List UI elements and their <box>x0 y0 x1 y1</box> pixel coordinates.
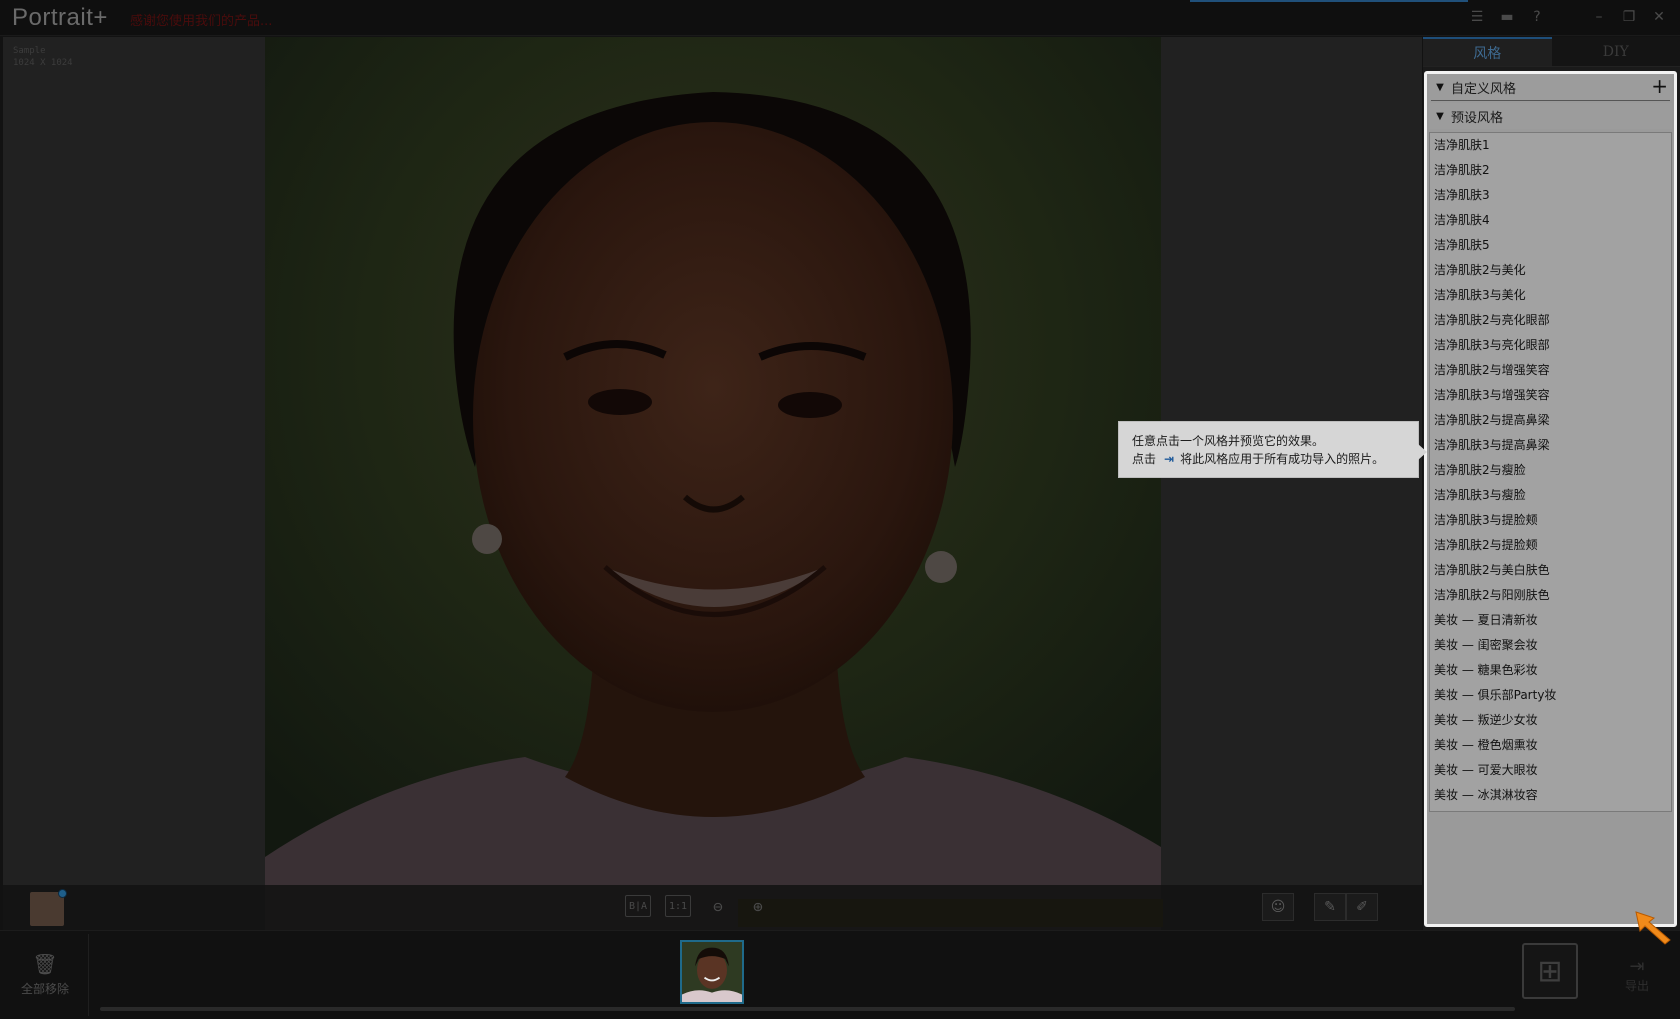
preset-item[interactable]: 洁净肌肤3与增强笑容 <box>1430 383 1671 408</box>
preset-item[interactable]: 洁净肌肤1 <box>1430 133 1671 158</box>
export-icon: ⇥ <box>1629 956 1645 977</box>
tab-diy[interactable]: DIY <box>1551 37 1680 67</box>
divider <box>1431 100 1670 101</box>
preset-item[interactable]: 美妆 — 叛逆少女妆 <box>1430 708 1671 733</box>
status-dot <box>58 889 67 898</box>
preset-item[interactable]: 洁净肌肤2 <box>1430 158 1671 183</box>
tooltip-suffix: 将此风格应用于所有成功导入的照片。 <box>1180 452 1385 466</box>
preset-list: 洁净肌肤1 洁净肌肤2 洁净肌肤3 洁净肌肤4 洁净肌肤5 洁净肌肤2与美化 洁… <box>1429 132 1672 812</box>
preset-item[interactable]: 洁净肌肤3与提脸颊 <box>1430 508 1671 533</box>
style-list-panel: ▼ 自定义风格 + ▼ 预设风格 洁净肌肤1 洁净肌肤2 洁净肌肤3 洁净肌肤4… <box>1424 71 1677 927</box>
app-subtitle: 感谢您使用我们的产品... <box>130 14 273 29</box>
image-size: 1024 X 1024 <box>13 58 73 68</box>
remove-all-button[interactable]: 🗑 全部移除 <box>14 952 76 1002</box>
preset-item[interactable]: 洁净肌肤2与瘦脸 <box>1430 458 1671 483</box>
preset-item[interactable]: 洁净肌肤2与提高鼻梁 <box>1430 408 1671 433</box>
window-controls: ☰ ▬ ? – ❐ ✕ <box>1466 6 1670 28</box>
triangle-down-icon: ▼ <box>1436 81 1444 93</box>
preset-item[interactable]: 洁净肌肤5 <box>1430 233 1671 258</box>
add-style-icon[interactable]: + <box>1651 74 1668 98</box>
add-photo-button[interactable]: ⊞ <box>1522 943 1578 999</box>
filmstrip-scrollbar[interactable] <box>100 1007 1515 1011</box>
trash-icon: 🗑 <box>32 952 58 976</box>
title-bar: Portrait+ 感谢您使用我们的产品... ☰ ▬ ? – ❐ ✕ <box>0 0 1680 36</box>
preset-item[interactable]: 美妆 — 冰淇淋妆容 <box>1430 783 1671 808</box>
preset-item[interactable]: 洁净肌肤2与增强笑容 <box>1430 358 1671 383</box>
compare-button[interactable]: B|A <box>625 895 651 917</box>
face-tool-group: ☺ <box>1262 893 1294 921</box>
fit-button[interactable]: 1:1 <box>665 895 691 917</box>
preset-item[interactable]: 美妆 — 俱乐部Party妆 <box>1430 683 1671 708</box>
preset-style-header[interactable]: ▼ 预设风格 <box>1429 103 1672 129</box>
brush-tool-group: ✎ ✐ <box>1314 893 1378 921</box>
custom-style-header[interactable]: ▼ 自定义风格 + <box>1429 74 1672 100</box>
preset-item[interactable]: 美妆 — 可爱大眼妆 <box>1430 758 1671 783</box>
preset-item[interactable]: 洁净肌肤3 <box>1430 183 1671 208</box>
portrait-photo[interactable] <box>265 37 1161 930</box>
list-icon[interactable]: ☰ <box>1466 6 1488 28</box>
add-person-icon: ⊞ <box>1537 953 1563 989</box>
preset-item[interactable]: 美妆 — 闺密聚会妆 <box>1430 633 1671 658</box>
zoom-controls: B|A 1:1 ⊖ ⊕ <box>625 895 771 917</box>
preset-item[interactable]: 洁净肌肤2与阳刚肤色 <box>1430 583 1671 608</box>
restore-icon[interactable]: ❐ <box>1618 6 1640 28</box>
apply-all-icon: ⇥ <box>1164 452 1175 466</box>
preset-item[interactable]: 洁净肌肤3与美化 <box>1430 283 1671 308</box>
remove-all-label: 全部移除 <box>20 982 69 996</box>
custom-style-label: 自定义风格 <box>1451 81 1517 97</box>
preset-item[interactable]: 洁净肌肤2与提脸颊 <box>1430 533 1671 558</box>
tooltip-line-2: 点击 ⇥ 将此风格应用于所有成功导入的照片。 <box>1132 450 1418 468</box>
preset-style-label: 预设风格 <box>1451 110 1504 126</box>
triangle-down-icon: ▼ <box>1436 110 1444 122</box>
image-name: Sample <box>13 46 46 56</box>
panel-tabs: 风格 DIY <box>1423 37 1680 67</box>
preset-item[interactable]: 洁净肌肤2与美白肤色 <box>1430 558 1671 583</box>
export-button[interactable]: ⇥ 导出 <box>1614 956 1660 1000</box>
zoom-out-icon[interactable]: ⊖ <box>705 895 731 917</box>
preset-item[interactable]: 洁净肌肤3与亮化眼部 <box>1430 333 1671 358</box>
preset-item[interactable]: 洁净肌肤2与亮化眼部 <box>1430 308 1671 333</box>
preset-item[interactable]: 洁净肌肤4 <box>1430 208 1671 233</box>
face-detect-icon[interactable]: ☺ <box>1262 893 1294 921</box>
preset-item[interactable]: 美妆 — 夏日清新妆 <box>1430 608 1671 633</box>
preset-item[interactable]: 美妆 — 橙色烟熏妆 <box>1430 733 1671 758</box>
image-info: Sample 1024 X 1024 <box>13 45 73 69</box>
preset-item[interactable]: 洁净肌肤2与美化 <box>1430 258 1671 283</box>
help-icon[interactable]: ? <box>1526 6 1548 28</box>
comment-icon[interactable]: ▬ <box>1496 6 1518 28</box>
minimize-icon[interactable]: – <box>1588 6 1610 28</box>
photo-thumbnail[interactable] <box>680 940 744 1004</box>
preview-area: Sample 1024 X 1024 B|A 1:1 ⊖ ⊕ ☺ ✎ ✐ <box>3 37 1422 930</box>
style-tooltip: 任意点击一个风格并预览它的效果。 点击 ⇥ 将此风格应用于所有成功导入的照片。 <box>1118 421 1427 478</box>
divider <box>88 934 89 1016</box>
brush-icon[interactable]: ✐ <box>1346 893 1378 921</box>
filmstrip <box>0 930 1680 1019</box>
tooltip-prefix: 点击 <box>1132 452 1157 466</box>
export-label: 导出 <box>1624 979 1649 993</box>
preset-item[interactable]: 洁净肌肤3与提高鼻梁 <box>1430 433 1671 458</box>
eraser-icon[interactable]: ✎ <box>1314 893 1346 921</box>
tab-style[interactable]: 风格 <box>1423 37 1552 67</box>
pointer-arrow-icon <box>1635 911 1671 945</box>
tooltip-line-1: 任意点击一个风格并预览它的效果。 <box>1132 434 1325 448</box>
app-window: Portrait+ 感谢您使用我们的产品... ☰ ▬ ? – ❐ ✕ Samp… <box>0 0 1680 1019</box>
zoom-in-icon[interactable]: ⊕ <box>745 895 771 917</box>
app-title: Portrait+ <box>12 4 108 31</box>
loading-progress-bar <box>1190 0 1468 2</box>
preset-item[interactable]: 洁净肌肤3与瘦脸 <box>1430 483 1671 508</box>
close-icon[interactable]: ✕ <box>1648 6 1670 28</box>
preset-item[interactable]: 美妆 — 糖果色彩妆 <box>1430 658 1671 683</box>
